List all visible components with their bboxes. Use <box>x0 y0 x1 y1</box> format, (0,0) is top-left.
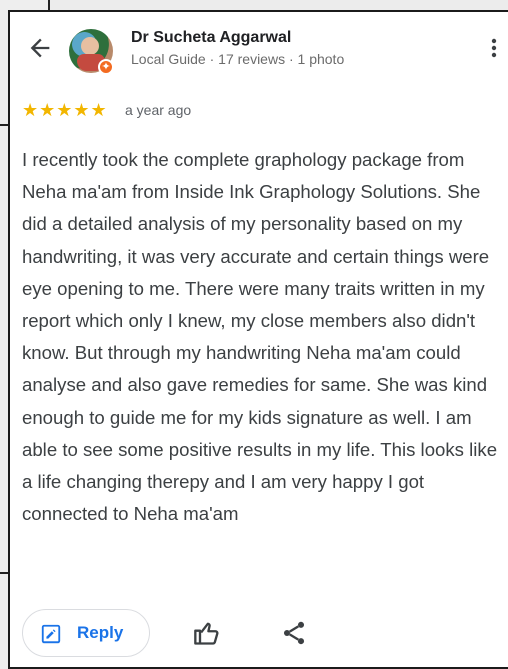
review-age: a year ago <box>125 102 192 118</box>
review-actions: Reply <box>10 609 508 663</box>
share-icon[interactable] <box>280 619 308 647</box>
reply-button[interactable]: Reply <box>22 609 150 657</box>
reviewer-name[interactable]: Dr Sucheta Aggarwal <box>131 29 291 47</box>
thumbs-up-icon[interactable] <box>193 619 221 647</box>
avatar-face <box>81 37 99 55</box>
star-rating: ★★★★★ <box>22 100 108 120</box>
reviewer-meta: Local Guide · 17 reviews · 1 photo <box>131 51 345 67</box>
review-header: ✦ Dr Sucheta Aggarwal Local Guide · 17 r… <box>10 12 508 92</box>
back-arrow-icon[interactable] <box>26 34 54 62</box>
more-vert-icon[interactable] <box>482 34 506 62</box>
review-card: ✦ Dr Sucheta Aggarwal Local Guide · 17 r… <box>8 10 508 669</box>
reply-icon <box>41 624 61 644</box>
review-text: I recently took the complete graphology … <box>22 149 498 525</box>
local-guide-badge-icon: ✦ <box>98 59 114 75</box>
reply-label: Reply <box>77 623 124 642</box>
